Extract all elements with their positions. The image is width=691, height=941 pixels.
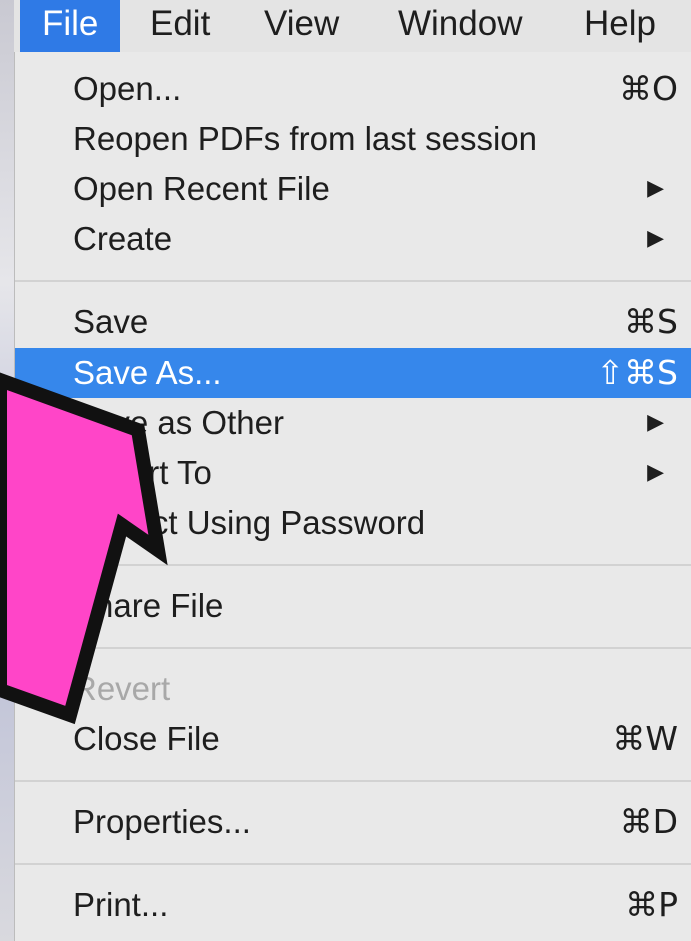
menu-item-label: Open... [73,70,182,107]
menu-item-close[interactable]: Close File ⌘W [15,714,691,764]
menubar-view[interactable]: View [242,0,361,52]
separator [15,647,691,649]
menu-item-protect[interactable]: Protect Using Password [15,498,691,548]
menu-item-label: Properties... [73,803,251,840]
menu-item-print[interactable]: Print... ⌘P [15,880,691,930]
separator [15,863,691,865]
menu-item-properties[interactable]: Properties... ⌘D [15,797,691,847]
menu-item-label: Save As... [73,354,222,391]
menu-item-save[interactable]: Save ⌘S [15,297,691,347]
menu-item-label: Reopen PDFs from last session [73,120,538,157]
menu-item-label: Save as Other [73,404,284,441]
submenu-arrow-icon: ▶ [647,226,664,251]
menu-item-label: Save [73,303,149,340]
menubar-file[interactable]: File [20,0,121,52]
submenu-arrow-icon: ▶ [647,410,664,435]
menu-item-label: Close File [73,720,220,757]
menubar-window[interactable]: Window [376,0,544,52]
menu-item-revert: Revert [15,664,691,714]
shortcut-print: ⌘P [625,885,678,924]
submenu-arrow-icon: ▶ [647,176,664,201]
menu-item-share[interactable]: Share File [15,581,691,631]
shortcut-save-as: ⇧⌘S [596,353,678,392]
menu-item-open[interactable]: Open... ⌘O [15,64,691,114]
menubar-help[interactable]: Help [562,0,678,52]
menu-item-label: Export To [73,454,212,491]
menu-item-label: Create [73,220,173,257]
menu-item-save-as[interactable]: Save As... ⇧⌘S [15,348,691,398]
menu-item-reopen[interactable]: Reopen PDFs from last session [15,114,691,164]
menu-item-label: Open Recent File [73,170,330,207]
menu-item-save-as-other[interactable]: Save as Other ▶ [15,398,691,448]
shortcut-save: ⌘S [624,302,678,341]
menu-bar: File Edit View Window Help [14,0,691,53]
menu-item-label: Share File [73,587,224,624]
menu-item-label: Print... [73,886,169,923]
file-menu: Open... ⌘O Reopen PDFs from last session… [14,52,691,941]
separator [15,280,691,282]
menu-item-label: Revert [73,670,171,707]
menu-item-open-recent[interactable]: Open Recent File ▶ [15,164,691,214]
menu-item-export-to[interactable]: Export To ▶ [15,448,691,498]
separator [15,564,691,566]
shortcut-open: ⌘O [619,69,678,108]
menu-item-create[interactable]: Create ▶ [15,214,691,264]
shortcut-close: ⌘W [612,719,678,758]
submenu-arrow-icon: ▶ [647,460,664,485]
menu-item-label: Protect Using Password [73,504,426,541]
menubar-edit[interactable]: Edit [128,0,232,52]
shortcut-properties: ⌘D [619,802,678,841]
separator [15,780,691,782]
